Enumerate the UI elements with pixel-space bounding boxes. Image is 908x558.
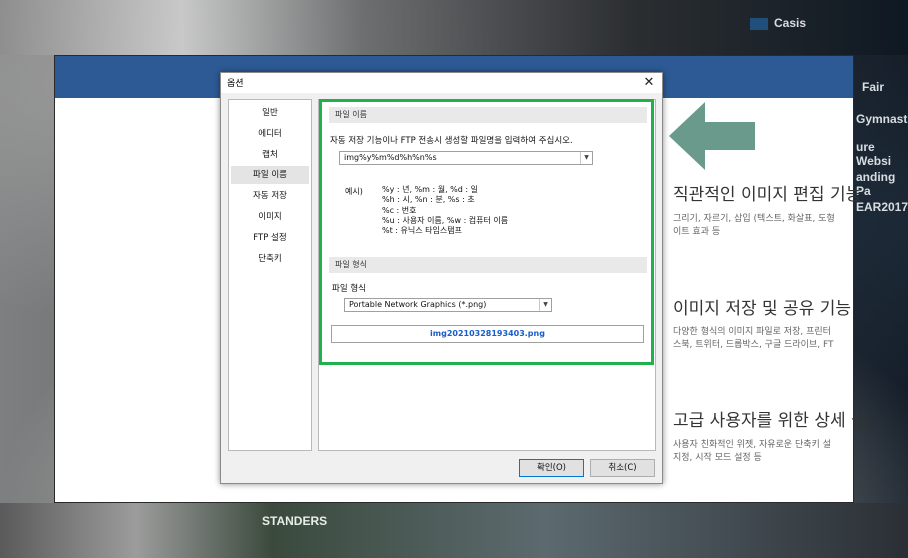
background-label: Fair (862, 80, 885, 94)
feature-desc: 지정, 시작 모드 설정 등 (673, 453, 762, 463)
feature-desc: 그리기, 자르기, 삽입 (텍스트, 화살표, 도형 (673, 214, 835, 224)
background-folder-icon (750, 18, 768, 30)
background-label: anding Pa (856, 170, 896, 198)
dialog-title: 옵션 (227, 79, 244, 89)
background-label: ure Websi (856, 140, 892, 168)
background-label: STANDERS (262, 514, 328, 528)
feature-title: 이미지 저장 및 공유 기능 (673, 299, 852, 319)
feature-desc: 사용자 친화적인 위젯, 자유로운 단축키 설 (673, 440, 831, 450)
highlight-frame (319, 99, 654, 365)
options-nav: 일반 에디터 캡처 파일 이름 자동 저장 이미지 FTP 설정 단축키 (228, 99, 312, 451)
background-top-strip (0, 0, 908, 55)
nav-item-autosave[interactable]: 자동 저장 (231, 187, 309, 205)
feature-desc: 이트 효과 등 (673, 227, 721, 237)
nav-item-filename[interactable]: 파일 이름 (231, 166, 309, 184)
feature-title: 고급 사용자를 위한 상세 설 (673, 411, 867, 431)
background-bottom-strip (0, 503, 908, 558)
feature-desc: 스북, 트위터, 드롭박스, 구글 드라이브, FT (673, 340, 834, 350)
nav-item-image[interactable]: 이미지 (231, 208, 309, 226)
feature-desc: 다양한 형식의 이미지 파일로 저장, 프린터 (673, 327, 831, 337)
nav-item-ftp[interactable]: FTP 설정 (231, 229, 309, 247)
background-label: EAR2017A (856, 200, 908, 214)
nav-item-editor[interactable]: 에디터 (231, 125, 309, 143)
close-icon[interactable]: ✕ (640, 74, 658, 91)
feature-title: 직관적인 이미지 편집 기능 (673, 185, 862, 205)
options-dialog: 옵션 ✕ 일반 에디터 캡처 파일 이름 자동 저장 이미지 FTP 설정 단축… (220, 72, 663, 484)
nav-item-general[interactable]: 일반 (231, 104, 309, 122)
nav-item-capture[interactable]: 캡처 (231, 146, 309, 164)
background-label: Casis (774, 16, 807, 30)
background-label: Gymnastic (856, 112, 908, 126)
arrow-left-icon (669, 102, 755, 170)
ok-button[interactable]: 확인(O) (519, 459, 584, 477)
nav-item-shortcuts[interactable]: 단축키 (231, 250, 309, 268)
dialog-titlebar[interactable]: 옵션 ✕ (221, 73, 662, 93)
cancel-button[interactable]: 취소(C) (590, 459, 655, 477)
